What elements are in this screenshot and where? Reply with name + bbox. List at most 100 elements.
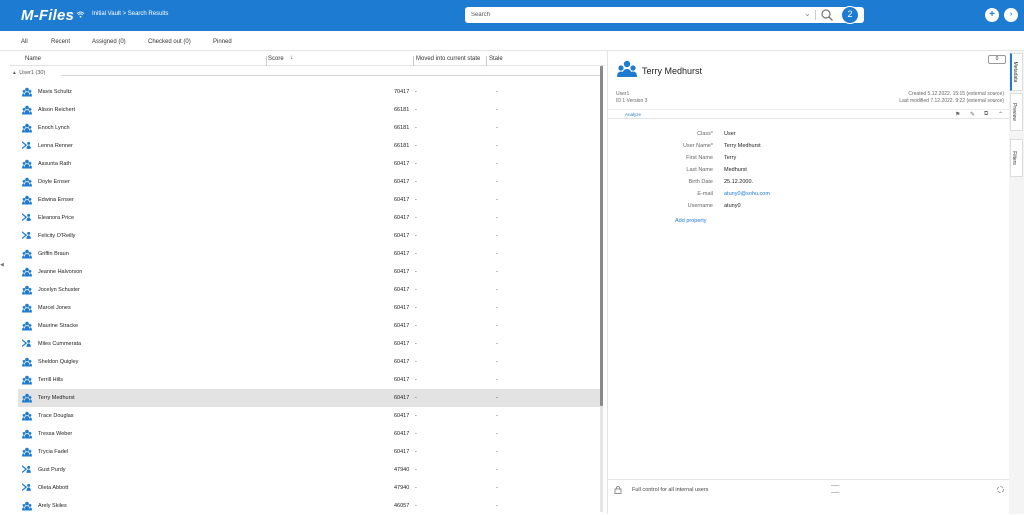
breadcrumb[interactable]: Initial Vault > Search Results [92, 11, 168, 17]
table-row[interactable]: Terry Medhurst 60417- - [18, 389, 600, 407]
table-row[interactable]: Mavis Schultz 70417- - [18, 83, 600, 101]
property-row[interactable]: Class* User [608, 129, 1009, 141]
row-moved: - [415, 233, 417, 239]
modified-info: Last modified 7.12.2022. 9:22 (external … [899, 98, 1004, 104]
users-icon [22, 159, 32, 169]
edit-icon[interactable]: ✎ [970, 111, 975, 118]
property-label: Username [687, 203, 713, 209]
table-row[interactable]: Edwina Ernser 60417- - [18, 191, 600, 209]
comments-badge[interactable]: 0 [988, 55, 1006, 64]
row-name: Enoch Lynch [38, 125, 70, 131]
table-row[interactable]: Jeanne Halvorson 60417- - [18, 263, 600, 281]
table-row[interactable]: Felicity O'Reilly 60417- - [18, 227, 600, 245]
table-row[interactable]: Doyle Ernser 60417- - [18, 173, 600, 191]
search-results-count[interactable]: 2 [841, 6, 859, 24]
column-divider[interactable] [486, 56, 487, 66]
property-row[interactable]: First Name Terry [608, 153, 1009, 165]
table-row[interactable]: Miles Cummerata 60417- - [18, 335, 600, 353]
collapse-left-icon[interactable]: ◀ [0, 262, 4, 268]
table-row[interactable]: Enoch Lynch 66181- - [18, 119, 600, 137]
row-score: 66181 [394, 143, 410, 149]
tab-filters[interactable]: Filters [1010, 139, 1023, 177]
add-property-link[interactable]: Add property [675, 218, 707, 224]
table-row[interactable]: Trace Douglas 60417- - [18, 407, 600, 425]
vault-connection-icon [76, 11, 85, 18]
row-moved: - [415, 431, 417, 437]
row-moved: - [415, 179, 417, 185]
analyze-link[interactable]: Analyze [625, 112, 641, 117]
row-stale: - [496, 197, 498, 203]
app-logo[interactable]: M-Files [21, 7, 74, 24]
scrollbar-thumb[interactable] [600, 66, 603, 406]
row-stale: - [496, 125, 498, 131]
table-row[interactable]: Trycia Fadel 60417- - [18, 443, 600, 461]
table-row[interactable]: Oleta Abbott 47940- - [18, 479, 600, 497]
tab-preview[interactable]: Preview [1010, 93, 1023, 131]
group-header[interactable]: ▴ User1 (30) [13, 70, 603, 80]
users-icon [22, 249, 32, 259]
search-box: ⌄ [465, 7, 864, 23]
row-name: Eleanora Price [38, 215, 75, 221]
tab-filters-label: Filters [1011, 151, 1017, 165]
table-row[interactable]: Eleanora Price 60417- - [18, 209, 600, 227]
copy-icon[interactable]: ⧉ [984, 111, 988, 118]
row-stale: - [496, 233, 498, 239]
search-input[interactable] [471, 10, 791, 20]
table-row[interactable]: Sheldon Quigley 60417- - [18, 353, 600, 371]
table-row[interactable]: Tressa Weber 60417- - [18, 425, 600, 443]
row-score: 60417 [394, 377, 410, 383]
table-row[interactable]: Alison Reichert 66181- - [18, 101, 600, 119]
column-score[interactable]: Score [268, 56, 284, 62]
table-row[interactable]: Jocelyn Schuster 60417- - [18, 281, 600, 299]
table-row[interactable]: Arely Skiles 46057- - [18, 497, 600, 515]
sort-down-icon[interactable]: ↓ [290, 55, 293, 61]
table-row[interactable]: Maurine Stracke 60417- - [18, 317, 600, 335]
column-divider[interactable] [413, 56, 414, 66]
property-label: E-mail [697, 191, 713, 197]
status-placeholder: ___ [831, 488, 840, 494]
row-stale: - [496, 179, 498, 185]
user-menu-icon[interactable]: › [1004, 8, 1018, 22]
permissions-text[interactable]: Full control for all internal users [632, 487, 708, 493]
search-divider [815, 10, 816, 20]
tab-metadata[interactable]: Metadata [1010, 53, 1023, 91]
row-stale: - [496, 107, 498, 113]
table-row[interactable]: Assunta Rath 60417- - [18, 155, 600, 173]
permissions-bar: Full control for all internal users ___ … [608, 479, 1009, 514]
table-row[interactable]: Marcel Jones 60417- - [18, 299, 600, 317]
lock-icon[interactable] [614, 485, 622, 494]
table-row[interactable]: Griffin Braun 60417- - [18, 245, 600, 263]
plus-icon[interactable]: + [985, 8, 999, 22]
column-name[interactable]: Name [25, 56, 41, 62]
property-row[interactable]: Birth Date 25.12.2000. [608, 177, 1009, 189]
row-moved: - [415, 287, 417, 293]
tab-assigned[interactable]: Assigned (0) [92, 39, 126, 45]
row-score: 60417 [394, 305, 410, 311]
property-row[interactable]: E-mail atuny0@sohu.com [608, 189, 1009, 201]
object-title[interactable]: Terry Medhurst [642, 66, 702, 76]
refresh-icon[interactable] [996, 485, 1005, 494]
property-row[interactable]: Username atuny0 [608, 201, 1009, 213]
users-icon [22, 303, 32, 313]
object-id-version[interactable]: ID 1 Version 3 [616, 98, 647, 104]
property-row[interactable]: User Name* Terry Medhurst [608, 141, 1009, 153]
tab-recent[interactable]: Recent [51, 39, 70, 45]
property-value[interactable]: atuny0@sohu.com [724, 191, 770, 197]
table-row[interactable]: Gust Purdy 47940- - [18, 461, 600, 479]
flag-icon[interactable]: ⚑ [955, 111, 960, 118]
chevron-up-icon[interactable]: ⌃ [998, 111, 1003, 118]
column-stale[interactable]: Stale [489, 56, 503, 62]
tab-all[interactable]: All [21, 39, 28, 45]
search-icon[interactable] [820, 8, 834, 22]
table-row[interactable]: Terrill Hills 60417- - [18, 371, 600, 389]
row-name: Terry Medhurst [38, 395, 75, 401]
table-row[interactable]: Lenna Renner 66181- - [18, 137, 600, 155]
tab-checked-out[interactable]: Checked out (0) [148, 39, 191, 45]
chevron-down-icon[interactable]: ⌄ [804, 9, 811, 18]
row-score: 60417 [394, 287, 410, 293]
column-divider[interactable] [266, 56, 267, 66]
tab-pinned[interactable]: Pinned [213, 39, 232, 45]
chevron-up-icon[interactable]: ▴ [13, 70, 16, 76]
property-row[interactable]: Last Name Medhurst [608, 165, 1009, 177]
column-moved[interactable]: Moved into current state [416, 56, 480, 62]
